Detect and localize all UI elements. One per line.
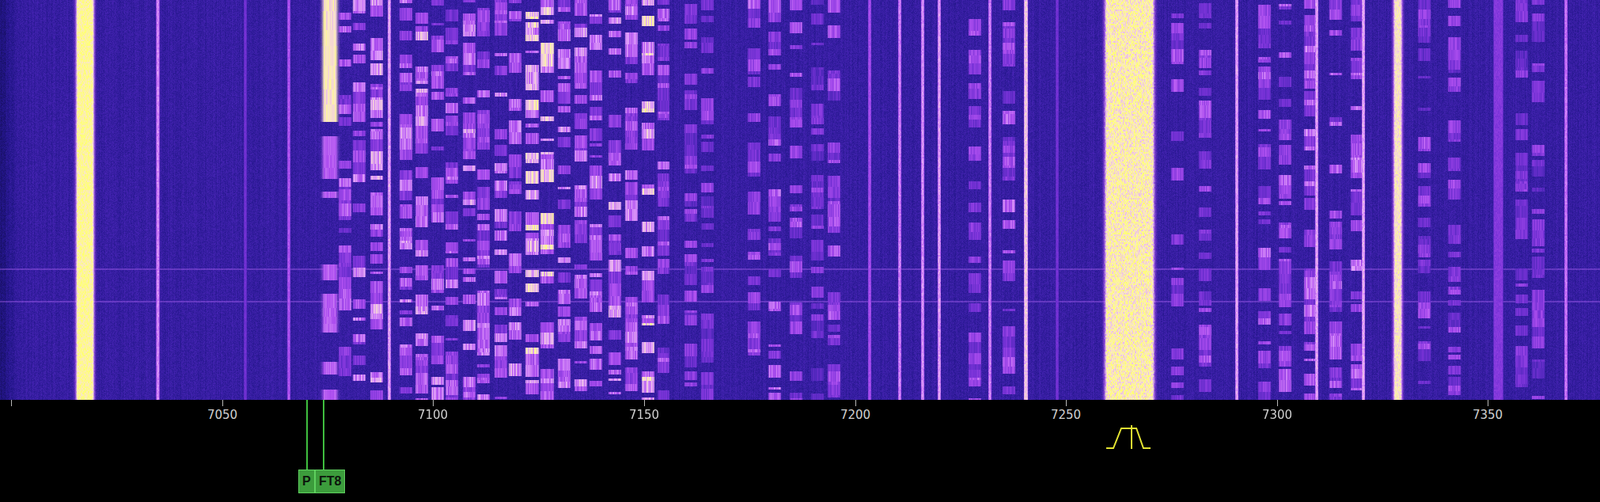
- scale-label: 7150: [627, 407, 661, 422]
- signal-trace: [1514, 0, 1529, 400]
- signal-trace: [398, 0, 414, 400]
- signal-trace: [1257, 0, 1272, 400]
- scale-label: 7100: [416, 407, 450, 422]
- bookmark-line: [306, 399, 308, 470]
- signal-trace: [700, 0, 715, 400]
- signal-trace: [1563, 0, 1569, 400]
- signal-trace: [1234, 0, 1240, 400]
- signal-trace: [414, 0, 429, 400]
- signal-trace: [987, 0, 993, 400]
- signal-trace: [826, 0, 842, 400]
- signal-trace: [788, 0, 804, 400]
- scale-label: 7250: [1049, 407, 1083, 422]
- signal-trace: [508, 0, 523, 400]
- signal-trace: [286, 0, 292, 400]
- bookmark-line: [322, 399, 325, 470]
- signal-trace: [242, 0, 248, 400]
- signal-trace: [1361, 0, 1366, 400]
- signal-trace: [867, 0, 873, 400]
- scale-tick: [855, 399, 857, 406]
- signal-trace: [493, 0, 509, 400]
- signal-trace: [155, 0, 161, 400]
- signal-trace: [936, 0, 942, 400]
- bookmark-label[interactable]: P: [298, 469, 315, 493]
- scale-tick: [1277, 399, 1278, 406]
- signal-trace: [386, 0, 392, 400]
- sdr-app: 7050 7100 7150 7200 7250 7300 7350 FT8P: [0, 0, 1600, 502]
- signal-trace: [1023, 0, 1029, 400]
- scale-tick: [1065, 399, 1067, 406]
- signal-trace: [539, 0, 555, 400]
- signal-trace: [524, 0, 540, 400]
- scale-tick: [222, 399, 224, 406]
- signal-trace: [1054, 0, 1060, 400]
- signal-trace: [462, 0, 477, 400]
- scale-label: 7200: [838, 407, 873, 422]
- passband-icon[interactable]: [1104, 424, 1153, 451]
- frequency-scale[interactable]: 7050 7100 7150 7200 7250 7300 7350 FT8P: [0, 399, 1600, 502]
- signal-trace: [897, 0, 903, 400]
- signal-trace: [746, 0, 762, 400]
- signal-trace: [1531, 0, 1546, 400]
- signal-trace: [352, 0, 367, 400]
- scale-tick: [11, 399, 12, 406]
- signal-trace: [624, 0, 639, 400]
- signal-trace: [1170, 0, 1185, 400]
- signal-trace: [1099, 0, 1160, 400]
- bookmark-label[interactable]: FT8: [314, 469, 346, 493]
- signal-trace: [1001, 0, 1017, 400]
- signal-trace: [810, 0, 825, 400]
- signal-trace: [920, 0, 926, 400]
- signal-trace: [767, 0, 782, 400]
- scale-label: 7300: [1260, 407, 1294, 422]
- signal-trace: [72, 0, 99, 400]
- signal-trace: [1417, 0, 1432, 400]
- signal-trace: [1447, 0, 1462, 400]
- signal-trace: [607, 0, 622, 400]
- signal-trace: [557, 0, 572, 400]
- signal-trace: [683, 0, 698, 400]
- signal-trace: [640, 0, 656, 400]
- scale-label: 7350: [1471, 407, 1505, 422]
- signal-trace: [1492, 0, 1505, 400]
- scale-tick: [1487, 399, 1489, 406]
- signal-trace: [444, 0, 459, 400]
- signal-trace: [588, 0, 603, 400]
- signal-trace: [967, 0, 982, 400]
- signal-trace: [337, 0, 353, 400]
- signal-trace: [573, 0, 588, 400]
- signal-trace: [1198, 0, 1213, 400]
- waterfall[interactable]: [0, 0, 1600, 400]
- signal-trace: [656, 0, 671, 400]
- signal-trace: [1389, 0, 1407, 400]
- signal-trace: [369, 0, 384, 400]
- signal-trace: [1277, 0, 1293, 400]
- signal-trace: [476, 0, 491, 400]
- scale-tick: [432, 399, 434, 406]
- signal-trace: [430, 0, 445, 400]
- scale-label: 7050: [205, 407, 239, 422]
- signal-trace: [1314, 0, 1320, 400]
- signal-trace: [1328, 0, 1343, 400]
- scale-tick: [644, 399, 645, 406]
